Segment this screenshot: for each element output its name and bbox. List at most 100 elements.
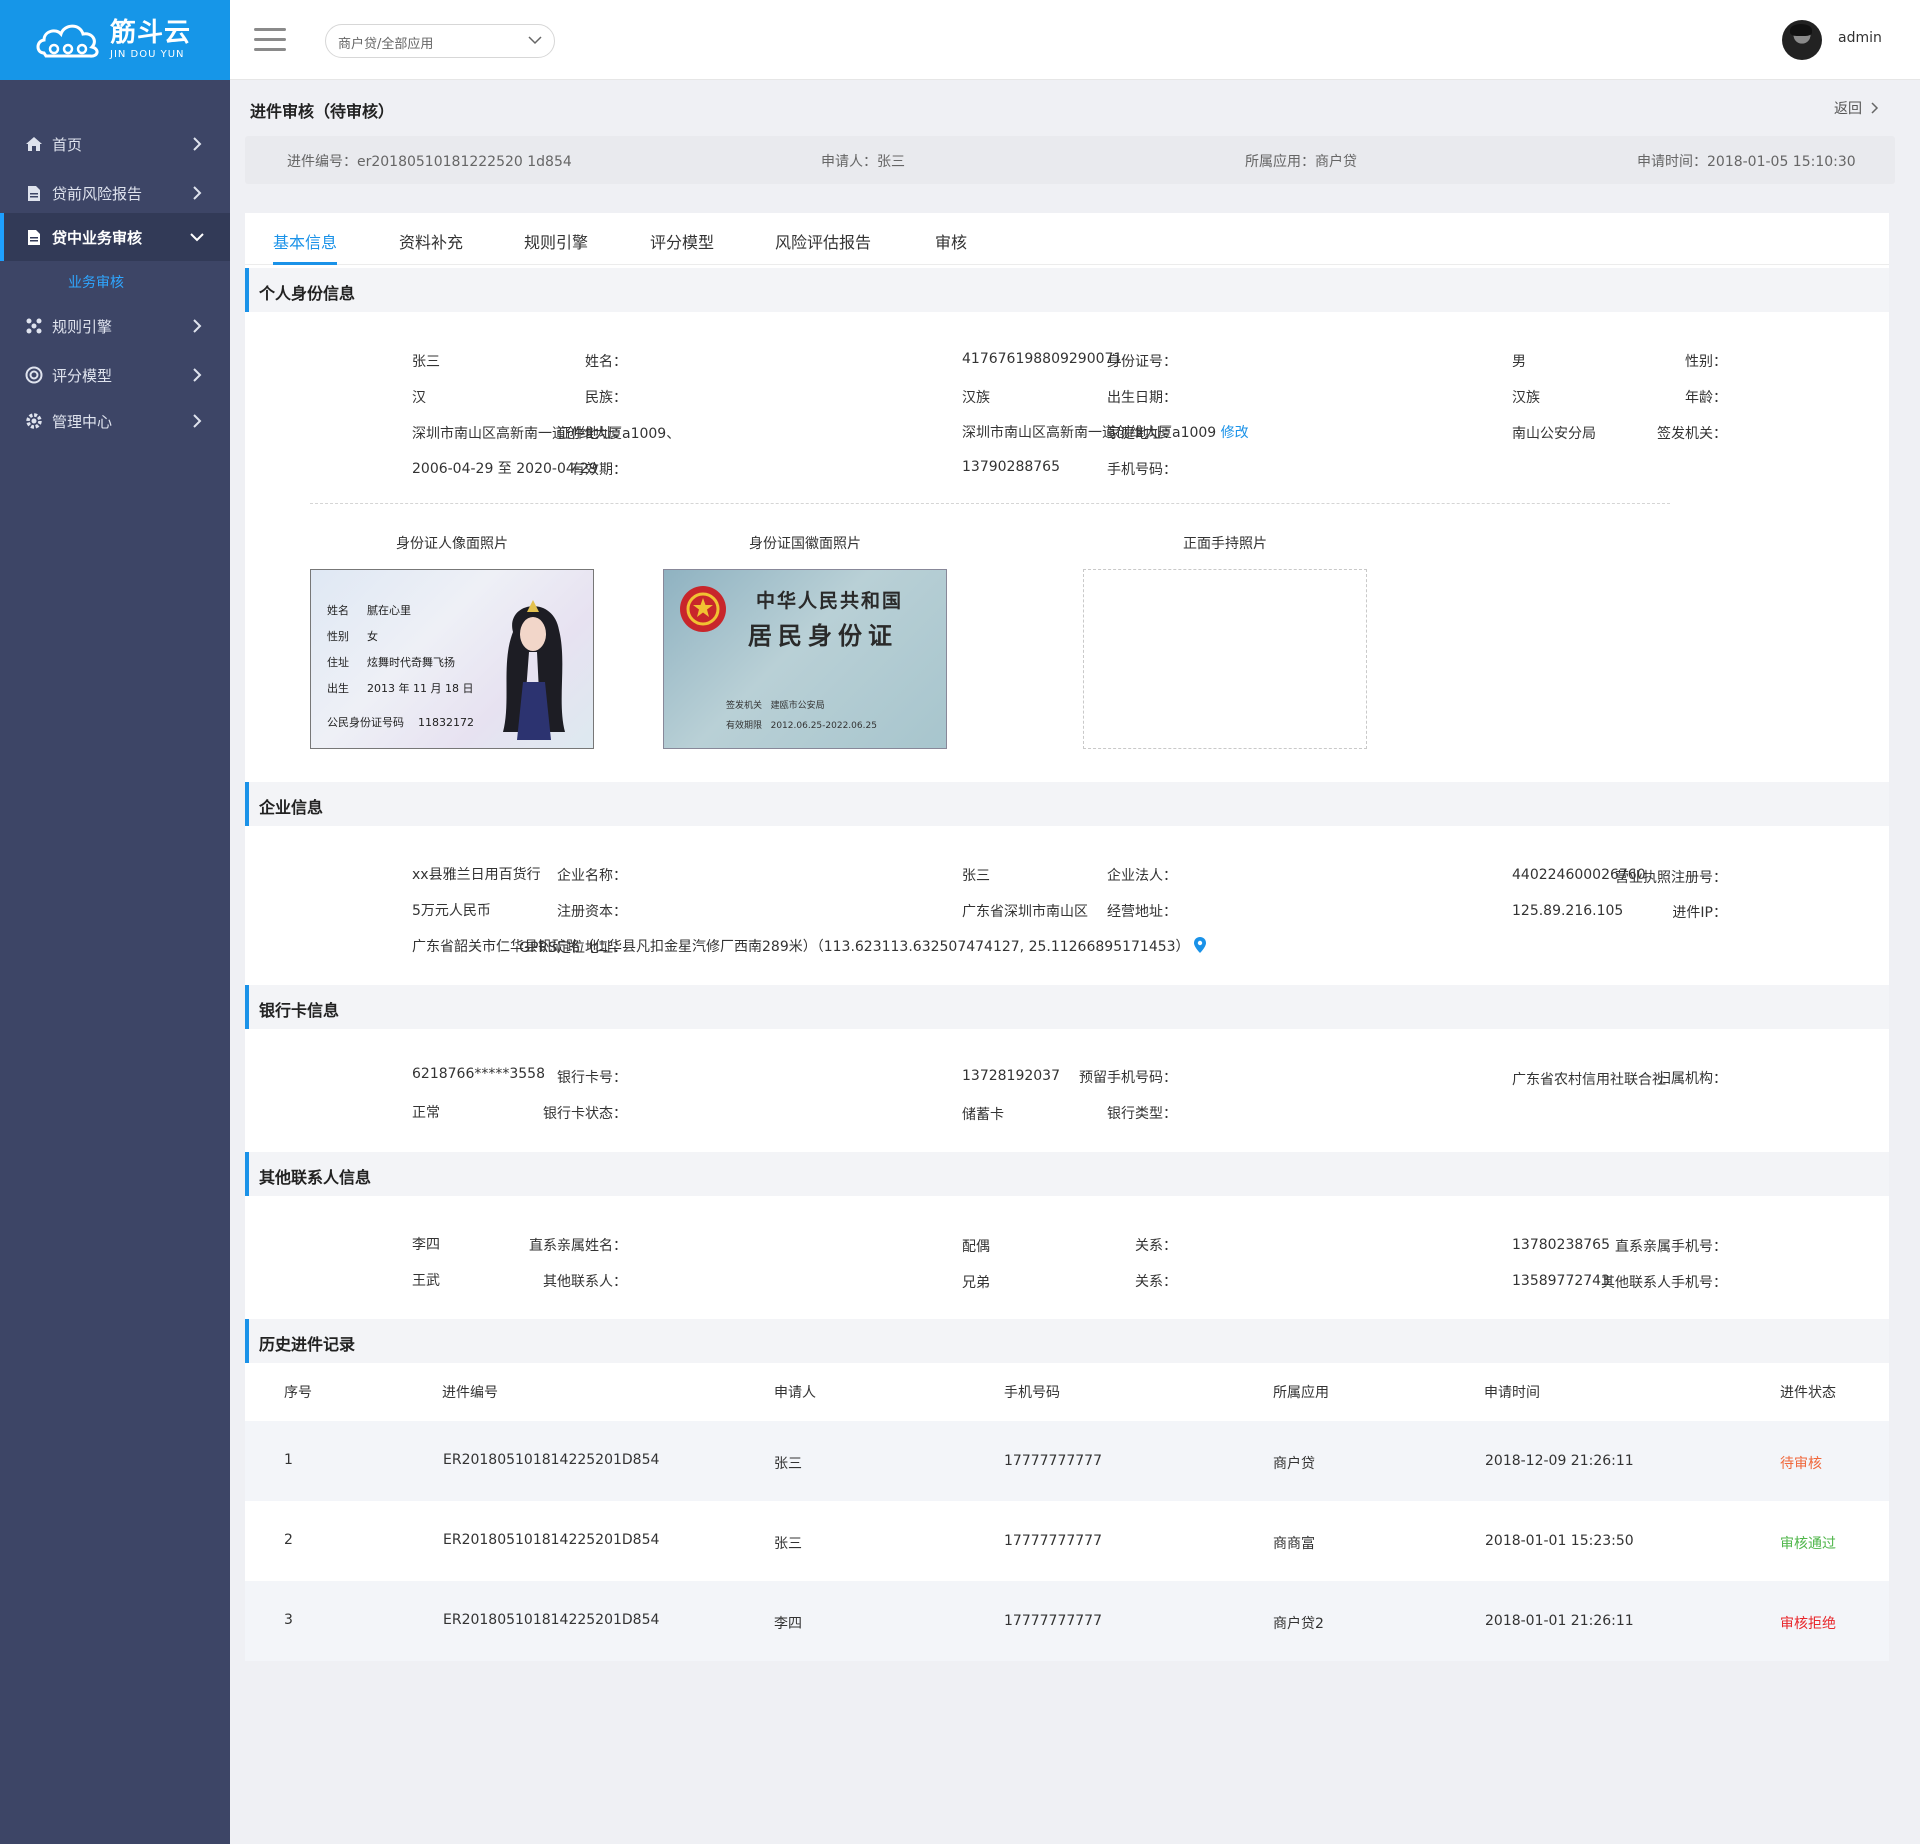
main-card: 基本信息 资料补充 规则引擎 评分模型 风险评估报告 审核 个人身份信息 姓名：… — [245, 213, 1889, 1661]
table-row[interactable]: 3 ER201805101814225201D854 李四 1777777777… — [245, 1581, 1889, 1661]
network-icon — [24, 316, 44, 336]
gprs-text: 广东省韶关市仁华县钒矿路（仁华县凡扣金星汽修厂西南289米）（113.62311… — [412, 939, 1190, 955]
id-front-key: 住址 — [327, 656, 349, 669]
tab-score-model[interactable]: 评分模型 — [650, 229, 714, 253]
status-badge: 待审核 — [1780, 1456, 1822, 1472]
sidebar-item-score-model[interactable]: 评分模型 — [0, 351, 230, 399]
column-header: 进件状态 — [1780, 1385, 1836, 1401]
value-id-address: 深圳市南山区高新南一道创维大厦a1009、 — [412, 426, 681, 442]
home-address-text: 深圳市南山区高新南一道创维大厦a1009 — [962, 425, 1217, 441]
sidebar-item-loan-review[interactable]: 贷中业务审核 — [0, 213, 230, 261]
label-business-address: 经营地址： — [1107, 904, 1177, 920]
section-personal: 个人身份信息 — [245, 268, 1889, 312]
hand-held-photo-placeholder[interactable] — [1083, 569, 1367, 749]
value-card-status: 正常 — [412, 1105, 440, 1121]
value-other-phone: 13589772743 — [1512, 1273, 1610, 1289]
tab-basic-info[interactable]: 基本信息 — [273, 229, 337, 253]
label-capital: 注册资本： — [557, 904, 627, 920]
id-front-value: 2013 年 11 月 18 日 — [367, 682, 474, 695]
id-back-validity: 有效期限 2012.06.25-2022.06.25 — [726, 718, 877, 731]
status-badge: 审核通过 — [1780, 1536, 1836, 1552]
sidebar-item-admin-center[interactable]: 管理中心 — [0, 397, 230, 445]
value-relation-1: 配偶 — [962, 1239, 990, 1255]
active-tab-indicator — [273, 262, 337, 265]
tab-review[interactable]: 审核 — [935, 229, 967, 253]
label-relation-2: 关系： — [1135, 1274, 1177, 1290]
chevron-down-icon — [528, 36, 542, 45]
value-gprs: 广东省韶关市仁华县钒矿路（仁华县凡扣金星汽修厂西南289米）（113.62311… — [412, 936, 1206, 956]
logo[interactable]: 筋斗云 JIN DOU YUN — [0, 0, 230, 80]
id-card-front-photo[interactable]: 姓名 腻在心里 性别 女 住址 炫舞时代奇舞飞扬 出生 2013 年 11 月 18 日… — [310, 569, 594, 749]
location-pin-icon[interactable] — [1193, 937, 1206, 953]
label-age: 年龄： — [1685, 390, 1727, 406]
app-select[interactable]: 商户贷/全部应用 — [325, 24, 555, 58]
cell-application-id: ER201805101814225201D854 — [443, 1452, 660, 1468]
edit-address-link[interactable]: 修改 — [1221, 425, 1249, 441]
cell-time: 2018-01-01 21:26:11 — [1485, 1613, 1634, 1629]
label-card-status: 银行卡状态： — [543, 1106, 627, 1122]
chevron-right-icon — [193, 137, 202, 151]
label-relative-name: 直系亲属姓名： — [529, 1238, 627, 1254]
sidebar-item-home[interactable]: 首页 — [0, 120, 230, 168]
history-table-header: 序号 进件编号 申请人 手机号码 所属应用 申请时间 进件状态 — [245, 1363, 1889, 1419]
id-back-key: 签发机关 — [726, 701, 763, 711]
tab-supplementary[interactable]: 资料补充 — [399, 229, 463, 253]
cell-app: 商户贷 — [1273, 1456, 1315, 1472]
sidebar-item-pre-loan-report[interactable]: 贷前风险报告 — [0, 169, 230, 217]
submenu-item-business-review[interactable]: 业务审核 — [68, 272, 124, 292]
id-front-value: 女 — [367, 630, 378, 643]
brand-name: 筋斗云 — [110, 18, 192, 48]
label-relation-1: 关系： — [1135, 1238, 1177, 1254]
label-phone: 手机号码： — [1107, 462, 1177, 478]
home-icon — [24, 134, 44, 154]
column-header: 所属应用 — [1273, 1385, 1329, 1401]
label-gender: 性别： — [1685, 354, 1727, 370]
id-front-value: 11832172 — [418, 716, 474, 729]
section-contacts: 其他联系人信息 — [245, 1152, 1889, 1196]
tab-rule-engine[interactable]: 规则引擎 — [524, 229, 588, 253]
menu-toggle-icon[interactable] — [254, 28, 286, 52]
label-birth: 出生日期： — [1107, 390, 1177, 406]
id-back-value: 2012.06.25-2022.06.25 — [770, 721, 877, 731]
chevron-right-icon — [193, 368, 202, 382]
cell-time: 2018-01-01 15:23:50 — [1485, 1533, 1634, 1549]
column-header: 申请时间 — [1484, 1385, 1540, 1401]
tab-risk-report[interactable]: 风险评估报告 — [775, 229, 871, 253]
value-validity: 2006-04-29 至 2020-04-29 — [412, 461, 598, 477]
tab-bar: 基本信息 资料补充 规则引擎 评分模型 风险评估报告 审核 — [245, 213, 1889, 265]
username[interactable]: admin — [1838, 30, 1882, 46]
cell-phone: 17777777777 — [1004, 1613, 1102, 1629]
sidebar-item-rule-engine[interactable]: 规则引擎 — [0, 302, 230, 350]
id-front-value: 炫舞时代奇舞飞扬 — [367, 656, 455, 669]
column-header: 进件编号 — [442, 1385, 498, 1401]
gear-icon — [24, 411, 44, 431]
back-link[interactable]: 返回 — [1834, 98, 1880, 118]
value-reserved-phone: 13728192037 — [962, 1068, 1060, 1084]
label-legal-person: 企业法人： — [1107, 868, 1177, 884]
avatar[interactable] — [1782, 20, 1822, 60]
app-select-value: 商户贷/全部应用 — [338, 37, 434, 52]
table-row[interactable]: 1 ER201805101814225201D854 张三 1777777777… — [245, 1421, 1889, 1501]
sidebar-item-label: 贷中业务审核 — [52, 228, 143, 247]
chevron-down-icon — [190, 233, 204, 242]
section-bank: 银行卡信息 — [245, 985, 1889, 1029]
cloud-logo-icon — [36, 24, 99, 58]
section-title: 其他联系人信息 — [259, 1168, 372, 1187]
value-nation: 汉 — [412, 390, 426, 406]
value-card-type: 储蓄卡 — [962, 1107, 1004, 1123]
value-relation-2: 兄弟 — [962, 1275, 990, 1291]
label-name: 姓名： — [585, 354, 627, 370]
chevron-right-icon — [193, 319, 202, 333]
section-title: 历史进件记录 — [259, 1335, 356, 1354]
id-card-back-photo[interactable]: 中华人民共和国 居民身份证 签发机关 建瓯市公安局 有效期限 2012.06.2… — [663, 569, 947, 749]
label-other-phone: 其他联系人手机号： — [1601, 1275, 1727, 1291]
brand-sub: JIN DOU YUN — [110, 49, 185, 60]
value-ip: 125.89.216.105 — [1512, 903, 1624, 919]
value-age: 汉族 — [1512, 390, 1540, 406]
section-title: 企业信息 — [259, 798, 324, 817]
table-row[interactable]: 2 ER201805101814225201D854 张三 1777777777… — [245, 1501, 1889, 1581]
id-back-value: 建瓯市公安局 — [770, 701, 825, 711]
section-enterprise: 企业信息 — [245, 782, 1889, 826]
sidebar-item-label: 首页 — [52, 135, 83, 154]
cell-applicant: 张三 — [774, 1536, 802, 1552]
